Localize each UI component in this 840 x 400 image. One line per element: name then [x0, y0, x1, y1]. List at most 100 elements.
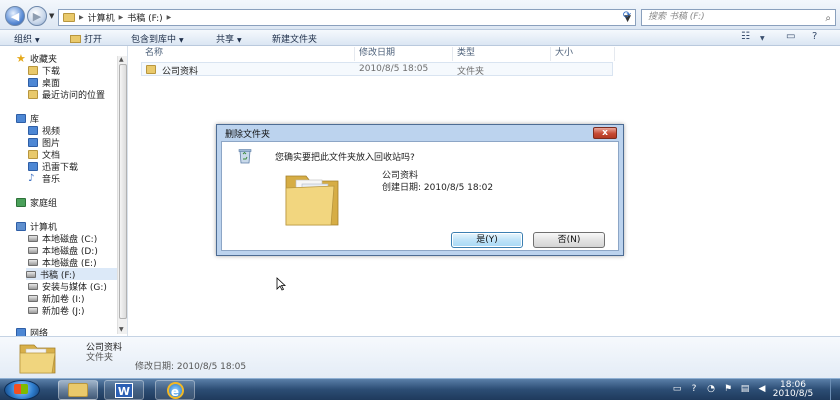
drive-icon — [28, 294, 38, 302]
close-button[interactable]: x — [593, 127, 617, 139]
chevron-down-icon[interactable]: ▼ — [760, 35, 765, 42]
explorer-icon — [68, 383, 88, 397]
nav-drive-d[interactable]: 本地磁盘 (D:) — [28, 244, 98, 257]
desktop-icon — [28, 77, 38, 87]
column-name[interactable]: 名称 — [141, 47, 355, 61]
nav-drive-e[interactable]: 本地磁盘 (E:) — [28, 256, 97, 269]
nav-desktop[interactable]: 桌面 — [28, 76, 60, 89]
nav-drive-j[interactable]: 新加卷 (J:) — [28, 304, 85, 317]
nav-scrollbar[interactable]: ▲ ▼ — [117, 56, 127, 334]
nav-drive-i[interactable]: 新加卷 (I:) — [28, 292, 85, 305]
flag-icon[interactable]: ⚑ — [723, 384, 733, 394]
music-icon: ♪ — [28, 172, 35, 184]
nav-thunder[interactable]: 迅雷下载 — [28, 160, 78, 173]
organize-button[interactable]: 组织 ▼ — [14, 32, 40, 45]
dialog-created-date: 创建日期: 2010/8/5 18:02 — [382, 183, 494, 193]
chevron-right-icon[interactable]: ▶ — [79, 14, 84, 21]
scroll-thumb[interactable] — [119, 64, 127, 319]
taskbar-word-button[interactable]: W — [104, 380, 144, 400]
nav-videos[interactable]: 视频 — [28, 124, 60, 137]
dialog-question: 您确实要把此文件夹放入回收站吗? — [275, 153, 415, 163]
new-folder-label: 新建文件夹 — [272, 35, 318, 45]
include-library-label: 包含到库中 — [131, 35, 177, 45]
taskbar-explorer-button[interactable] — [58, 380, 98, 400]
search-input[interactable]: 搜索 书稿 (F:) ⌕ — [641, 9, 836, 26]
nav-label: 最近访问的位置 — [42, 90, 106, 101]
nav-documents[interactable]: 文档 — [28, 148, 60, 161]
yes-button[interactable]: 是(Y) — [451, 232, 523, 248]
help-icon[interactable]: ? — [689, 384, 699, 394]
delete-folder-dialog: 删除文件夹 x 您确实要把此文件夹放入回收站吗? 公司资料 创建日期: 2010… — [216, 124, 624, 256]
navigation-pane: ★ 收藏夹 下载 桌面 最近访问的位置 库 视频 图片 文档 迅雷下载 ♪ 音乐 家… — [0, 46, 128, 339]
column-size[interactable]: 大小 — [551, 47, 615, 61]
taskbar-ie-button[interactable]: e — [155, 380, 195, 400]
drive-icon — [28, 282, 38, 290]
dialog-body: 您确实要把此文件夹放入回收站吗? 公司资料 创建日期: 2010/8/5 18:… — [221, 141, 619, 251]
folder-icon — [146, 65, 156, 77]
network-icon[interactable]: ▤ — [740, 384, 750, 394]
recycle-bin-icon — [238, 149, 252, 164]
nav-label: 音乐 — [42, 174, 61, 185]
preview-pane-icon[interactable]: ▭ — [786, 31, 795, 42]
no-button[interactable]: 否(N) — [533, 232, 605, 248]
chevron-down-icon: ▼ — [35, 37, 40, 44]
details-pane: 公司资料 文件夹 修改日期: 2010/8/5 18:05 — [0, 336, 840, 378]
table-row[interactable]: 公司资料 2010/8/5 18:05 文件夹 — [141, 62, 613, 77]
nav-downloads[interactable]: 下载 — [28, 64, 60, 77]
chevron-down-icon: ▼ — [179, 37, 184, 44]
videos-icon — [28, 125, 38, 135]
include-library-button[interactable]: 包含到库中 ▼ — [131, 32, 184, 45]
view-options-icon[interactable]: ☷ — [741, 31, 750, 42]
libraries-icon — [16, 113, 26, 123]
show-desktop-button[interactable] — [830, 379, 840, 400]
nav-libraries[interactable]: 库 — [16, 112, 40, 125]
drive-icon — [26, 270, 36, 278]
column-type[interactable]: 类型 — [453, 47, 551, 61]
nav-drive-c[interactable]: 本地磁盘 (C:) — [28, 232, 97, 245]
clock[interactable]: 18:06 2010/8/5 — [758, 381, 828, 399]
nav-computer[interactable]: 计算机 — [16, 220, 57, 233]
nav-drive-f[interactable]: 书稿 (F:) — [26, 268, 122, 281]
column-modified[interactable]: 修改日期 — [355, 47, 453, 61]
chevron-right-icon[interactable]: ▶ — [167, 14, 172, 21]
file-name: 公司资料 — [162, 67, 199, 77]
open-icon — [70, 35, 81, 43]
keyboard-icon[interactable]: ▭ — [672, 384, 682, 394]
breadcrumb-drive[interactable]: 书稿 (F:) — [127, 11, 162, 24]
documents-icon — [28, 149, 38, 159]
downloads-folder-icon — [28, 65, 38, 75]
details-type: 文件夹 — [86, 353, 114, 363]
open-button[interactable]: 打开 — [70, 32, 102, 45]
nav-music[interactable]: ♪ 音乐 — [28, 172, 61, 185]
security-icon[interactable]: ◔ — [706, 384, 716, 394]
ie-icon: e — [166, 381, 184, 399]
mouse-cursor-icon — [276, 277, 286, 291]
forward-button[interactable]: ▶ — [27, 6, 47, 26]
search-icon[interactable]: ⌕ — [825, 11, 831, 26]
nav-homegroup[interactable]: 家庭组 — [16, 196, 57, 209]
history-dropdown-icon[interactable]: ▼ — [49, 12, 54, 20]
nav-pictures[interactable]: 图片 — [28, 136, 60, 149]
refresh-icon[interactable]: ⟳ — [618, 10, 636, 25]
details-modified: 修改日期: 2010/8/5 18:05 — [135, 362, 247, 372]
computer-icon — [16, 221, 26, 231]
address-box[interactable]: ▶ 计算机 ▶ 书稿 (F:) ▶ ▼ — [58, 9, 636, 26]
chevron-right-icon[interactable]: ▶ — [119, 14, 124, 21]
nav-recent[interactable]: 最近访问的位置 — [28, 88, 106, 101]
new-folder-button[interactable]: 新建文件夹 — [272, 32, 317, 45]
share-button[interactable]: 共享 ▼ — [216, 32, 242, 45]
scroll-up-icon[interactable]: ▲ — [119, 56, 124, 63]
open-label: 打开 — [84, 35, 103, 45]
nav-drive-g[interactable]: 安装与媒体 (G:) — [28, 280, 107, 293]
drive-icon — [28, 246, 38, 254]
nav-label: 库 — [30, 114, 40, 125]
back-button[interactable]: ◀ — [5, 6, 25, 26]
help-icon[interactable]: ? — [812, 31, 817, 42]
nav-favorites[interactable]: ★ 收藏夹 — [16, 52, 57, 65]
taskbar: W e ▭ ? ◔ ⚑ ▤ ◀ 18:06 2010/8/5 — [0, 378, 840, 400]
thunder-download-icon — [28, 161, 38, 171]
breadcrumb-computer[interactable]: 计算机 — [88, 11, 115, 24]
scroll-down-icon[interactable]: ▼ — [119, 326, 124, 333]
pictures-icon — [28, 137, 38, 147]
share-label: 共享 — [216, 35, 235, 45]
